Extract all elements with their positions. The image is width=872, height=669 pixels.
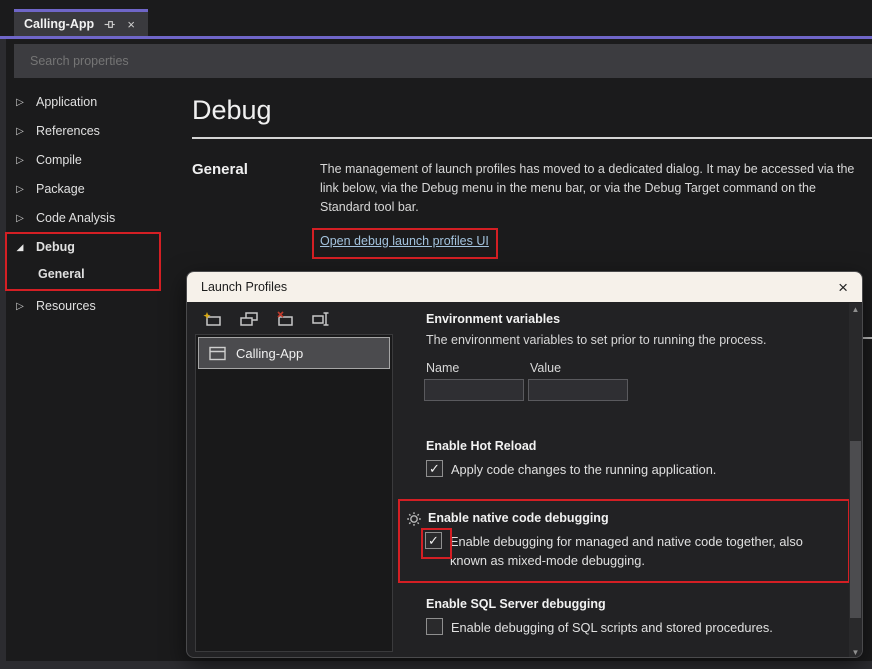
native-debug-checkbox[interactable]: ✓ xyxy=(425,532,442,549)
env-name-label: Name xyxy=(426,361,459,375)
profile-item-calling-app[interactable]: Calling-App xyxy=(198,337,390,369)
tab-title: Calling-App xyxy=(24,17,94,31)
dialog-close-icon[interactable]: × xyxy=(838,279,848,296)
sidebar-item-debug[interactable]: ◢ Debug xyxy=(14,236,75,258)
sidebar-item-debug-general[interactable]: General xyxy=(38,263,85,285)
rename-profile-icon[interactable] xyxy=(309,308,333,330)
bottom-scrollbar-strip[interactable] xyxy=(0,661,872,669)
env-vars-heading: Environment variables xyxy=(426,312,560,326)
hot-reload-row: ✓ Apply code changes to the running appl… xyxy=(426,460,716,479)
sidebar-item-package[interactable]: ▷ Package xyxy=(14,178,85,200)
search-input[interactable] xyxy=(14,44,872,78)
delete-profile-icon[interactable] xyxy=(273,308,297,330)
close-icon[interactable]: × xyxy=(124,17,138,31)
open-launch-profiles-link[interactable]: Open debug launch profiles UI xyxy=(320,234,489,248)
dialog-title: Launch Profiles xyxy=(201,280,287,294)
sidebar-item-resources[interactable]: ▷ Resources xyxy=(14,295,96,317)
sidebar-item-application[interactable]: ▷ Application xyxy=(14,91,97,113)
sql-debug-label: Enable debugging of SQL scripts and stor… xyxy=(451,618,773,637)
env-vars-description: The environment variables to set prior t… xyxy=(426,333,766,347)
app-window-icon xyxy=(209,346,226,361)
gear-icon xyxy=(406,511,422,527)
env-name-input[interactable] xyxy=(424,379,524,401)
hot-reload-checkbox[interactable]: ✓ xyxy=(426,460,443,477)
chevron-right-icon: ▷ xyxy=(14,97,26,108)
hot-reload-heading: Enable Hot Reload xyxy=(426,439,536,453)
new-profile-icon[interactable] xyxy=(201,308,225,330)
general-section-label: General xyxy=(192,161,248,178)
dialog-scrollbar[interactable]: ▲ ▼ xyxy=(849,303,862,658)
chevron-expanded-icon: ◢ xyxy=(14,242,26,253)
chevron-right-icon: ▷ xyxy=(14,184,26,195)
chevron-right-icon: ▷ xyxy=(14,126,26,137)
accent-line xyxy=(0,36,872,39)
heading-divider xyxy=(192,137,872,139)
pin-icon[interactable] xyxy=(102,17,116,31)
native-debug-heading: Enable native code debugging xyxy=(428,511,609,525)
chevron-right-icon: ▷ xyxy=(14,213,26,224)
hot-reload-label: Apply code changes to the running applic… xyxy=(451,460,716,479)
general-section-description: The management of launch profiles has mo… xyxy=(320,160,857,217)
scroll-down-icon[interactable]: ▼ xyxy=(849,646,862,658)
sql-debug-checkbox[interactable] xyxy=(426,618,443,635)
sidebar-item-code-analysis[interactable]: ▷ Code Analysis xyxy=(14,207,115,229)
divider-fragment xyxy=(862,337,872,339)
sql-debug-row: Enable debugging of SQL scripts and stor… xyxy=(426,618,773,637)
scrollbar-thumb[interactable] xyxy=(850,441,861,618)
launch-profiles-dialog: Launch Profiles × xyxy=(186,271,863,658)
profiles-toolbar xyxy=(201,308,333,330)
dialog-titlebar[interactable]: Launch Profiles × xyxy=(187,272,862,302)
native-debug-row: ✓ Enable debugging for managed and nativ… xyxy=(425,532,822,570)
native-debug-label: Enable debugging for managed and native … xyxy=(450,532,822,570)
sidebar-item-references[interactable]: ▷ References xyxy=(14,120,100,142)
scroll-up-icon[interactable]: ▲ xyxy=(849,303,862,316)
sidebar-item-compile[interactable]: ▷ Compile xyxy=(14,149,82,171)
properties-page: Calling-App × ▷ Application ▷ References… xyxy=(0,0,872,669)
env-value-input[interactable] xyxy=(528,379,628,401)
chevron-right-icon: ▷ xyxy=(14,155,26,166)
tab-calling-app[interactable]: Calling-App × xyxy=(14,9,148,36)
left-scrollbar-strip[interactable] xyxy=(0,39,6,669)
duplicate-profile-icon[interactable] xyxy=(237,308,261,330)
env-value-label: Value xyxy=(530,361,561,375)
sql-debug-heading: Enable SQL Server debugging xyxy=(426,597,606,611)
page-title: Debug xyxy=(192,95,272,126)
chevron-right-icon: ▷ xyxy=(14,301,26,312)
profiles-list: Calling-App xyxy=(195,334,393,652)
